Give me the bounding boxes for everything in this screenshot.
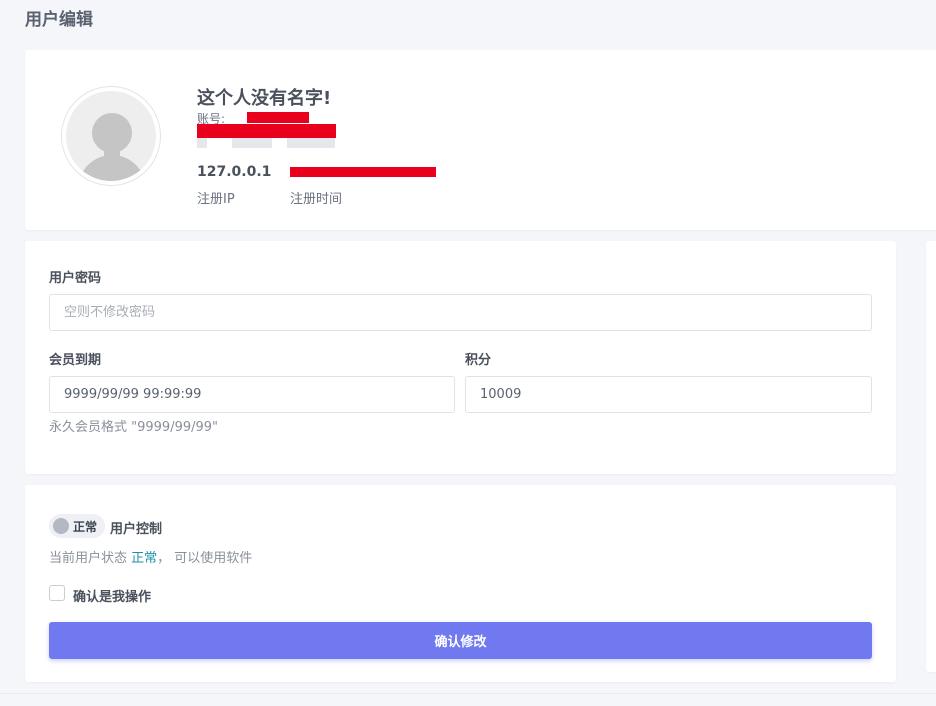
account-tag [287, 138, 335, 148]
redacted-register-time [290, 167, 436, 177]
side-panel [926, 241, 936, 672]
footer-divider [0, 693, 936, 694]
password-label: 用户密码 [49, 271, 102, 286]
expiry-label: 会员到期 [49, 353, 102, 368]
avatar [61, 86, 161, 186]
toggle-text: 正常 [73, 520, 98, 534]
user-name: 这个人没有名字! [197, 88, 332, 109]
user-status-toggle[interactable]: 正常 [49, 514, 105, 538]
profile-card: 这个人没有名字! 账号: 127.0.0.1 注册IP 注册时间 [25, 50, 936, 230]
points-input[interactable] [465, 376, 872, 413]
expiry-format-hint: 永久会员格式 "9999/99/99" [49, 420, 219, 435]
submit-button[interactable]: 确认修改 [49, 622, 872, 659]
toggle-knob [53, 518, 69, 534]
status-word: 正常 [131, 551, 158, 566]
confirm-checkbox-label[interactable]: 确认是我操作 [73, 586, 151, 605]
register-ip-label: 注册IP [197, 192, 235, 207]
status-line: 当前用户状态 正常， 可以使用软件 [49, 547, 252, 566]
register-time-label: 注册时间 [290, 192, 343, 207]
default-user-avatar-icon [66, 91, 156, 181]
redacted-account [247, 112, 309, 123]
register-ip-value: 127.0.0.1 [197, 164, 272, 180]
account-tag [197, 138, 207, 148]
confirm-checkbox[interactable] [49, 585, 65, 601]
password-input[interactable] [49, 294, 872, 331]
expiry-input[interactable] [49, 376, 455, 413]
user-form-card: 用户密码 会员到期 积分 永久会员格式 "9999/99/99" [25, 241, 896, 474]
user-control-label: 用户控制 [110, 522, 163, 537]
page-title: 用户编辑 [25, 10, 93, 30]
points-label: 积分 [465, 353, 492, 368]
account-tag [232, 138, 272, 148]
user-control-card: 正常 用户控制 当前用户状态 正常， 可以使用软件 确认是我操作 确认修改 [25, 485, 896, 682]
status-suffix: ， 可以使用软件 [157, 551, 253, 566]
redacted-account-detail [197, 124, 336, 138]
status-prefix: 当前用户状态 [49, 551, 132, 566]
